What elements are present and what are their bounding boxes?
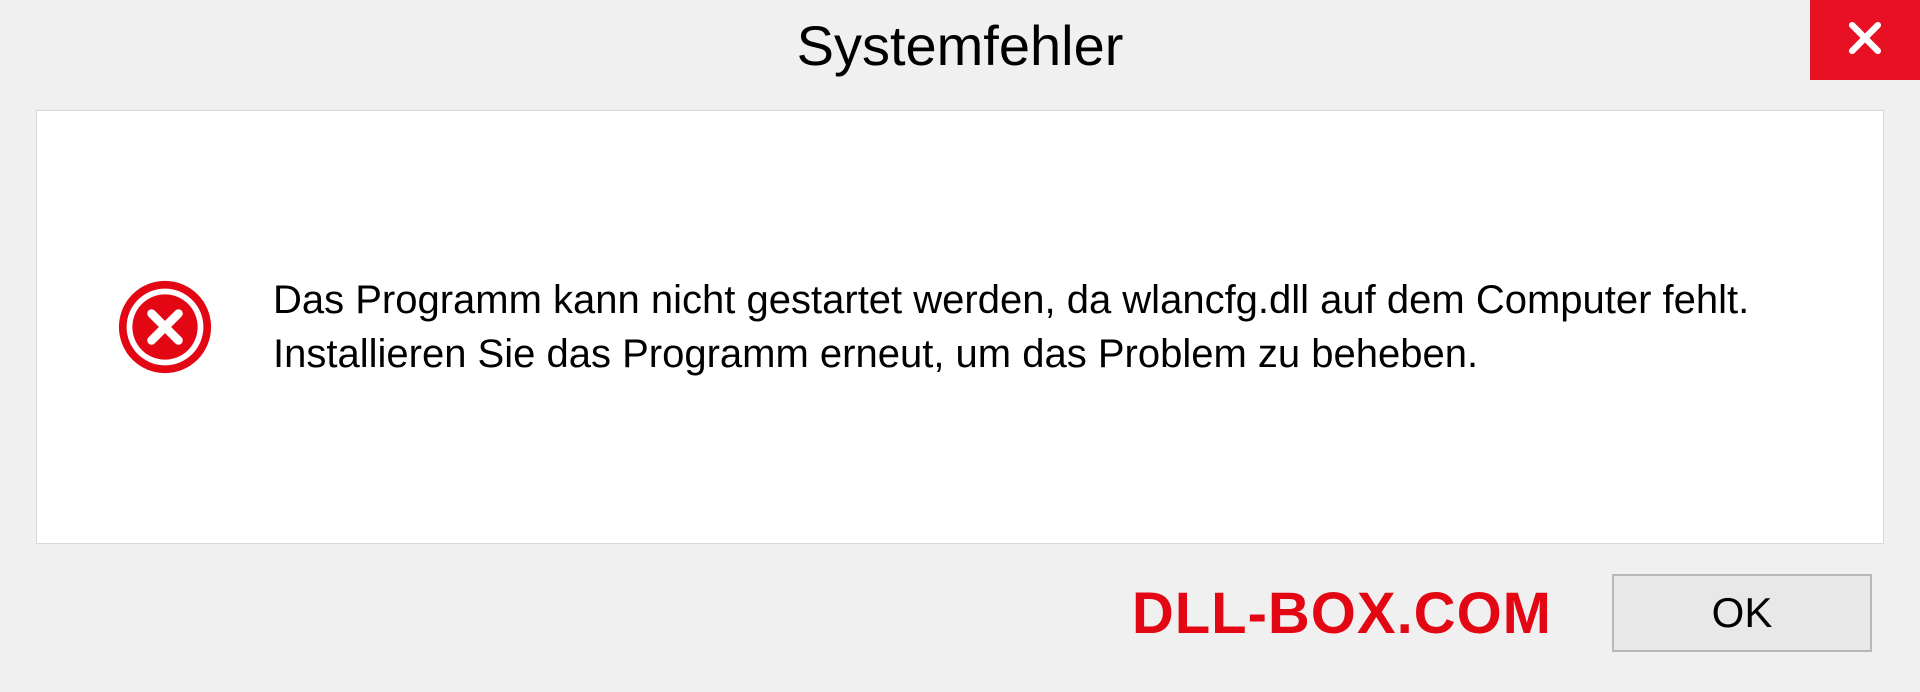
close-icon bbox=[1843, 16, 1887, 65]
watermark-text: DLL-BOX.COM bbox=[1132, 580, 1552, 647]
content-area: Das Programm kann nicht gestartet werden… bbox=[36, 110, 1884, 544]
dialog-footer: DLL-BOX.COM OK bbox=[0, 544, 1920, 692]
error-dialog: Systemfehler Das Programm kann nicht ges… bbox=[0, 0, 1920, 692]
titlebar: Systemfehler bbox=[0, 0, 1920, 90]
ok-button[interactable]: OK bbox=[1612, 574, 1872, 652]
dialog-title: Systemfehler bbox=[797, 13, 1124, 78]
error-icon bbox=[117, 279, 213, 375]
close-button[interactable] bbox=[1810, 0, 1920, 80]
error-message: Das Programm kann nicht gestartet werden… bbox=[273, 273, 1803, 381]
